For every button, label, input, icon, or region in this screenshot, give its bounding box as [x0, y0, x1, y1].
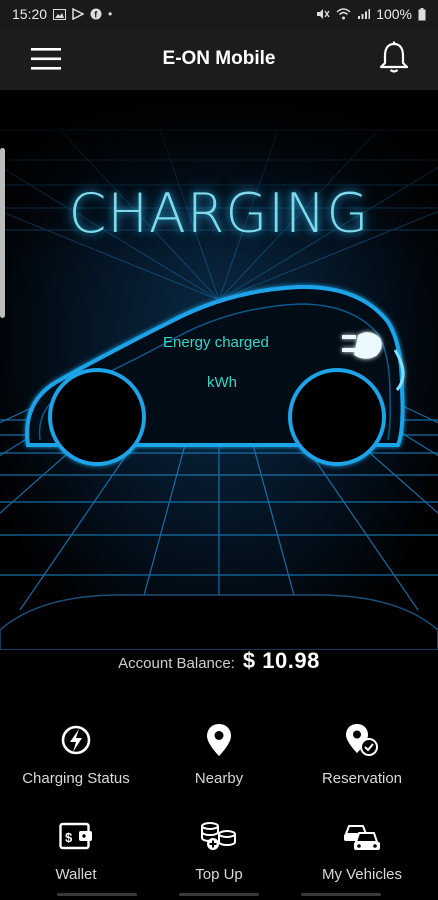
my-vehicles-button[interactable]: My Vehicles: [289, 816, 435, 883]
charging-title: CHARGING: [68, 182, 370, 245]
tab-indicator: [57, 893, 137, 896]
account-balance: Account Balance: $ 10.98: [0, 648, 438, 674]
top-up-icon: [146, 816, 292, 856]
energy-unit-label: kWh: [207, 374, 237, 391]
nearby-label: Nearby: [194, 770, 244, 787]
charging-hero: CHARGING: [0, 90, 438, 650]
hamburger-icon: [31, 48, 61, 70]
battery-icon: [418, 7, 426, 21]
vehicles-icon: [289, 816, 435, 856]
reservation-label: Reservation: [321, 770, 403, 787]
reservation-button[interactable]: Reservation: [289, 720, 435, 787]
mute-icon: [316, 8, 330, 20]
signal-icon: [357, 8, 371, 20]
image-icon: [53, 8, 67, 20]
wallet-icon: $: [3, 816, 149, 856]
charging-status-icon: [3, 720, 149, 760]
status-right: 100%: [316, 6, 426, 22]
location-pin-icon: [146, 720, 292, 760]
balance-label: Account Balance:: [118, 655, 235, 672]
wallet-button[interactable]: $ Wallet: [3, 816, 149, 883]
wallet-label: Wallet: [55, 866, 97, 883]
top-up-button[interactable]: Top Up: [146, 816, 292, 883]
energy-charged-label: Energy charged: [163, 334, 269, 351]
charging-status-button[interactable]: Charging Status: [3, 720, 149, 787]
tab-indicator: [301, 893, 381, 896]
tab-indicator: [179, 893, 259, 896]
status-left: 15:20 f •: [12, 6, 112, 22]
app-title: E-ON Mobile: [162, 48, 276, 69]
battery-percent: 100%: [376, 6, 412, 22]
reservation-icon: [289, 720, 435, 760]
notifications-button[interactable]: [378, 41, 410, 75]
clock: 15:20: [12, 6, 48, 22]
nearby-button[interactable]: Nearby: [146, 720, 292, 787]
facebook-icon: f: [90, 8, 102, 20]
top-up-label: Top Up: [195, 866, 243, 883]
app-bar: E-ON Mobile: [0, 28, 438, 90]
dot-icon: •: [108, 7, 113, 21]
menu-button[interactable]: [30, 43, 62, 75]
dashboard-arc: [0, 594, 438, 650]
charging-status-label: Charging Status: [22, 770, 130, 787]
wifi-icon: [336, 8, 351, 20]
charging-illustration: [0, 90, 438, 650]
scroll-indicator[interactable]: [0, 148, 5, 318]
status-bar: 15:20 f • 100%: [0, 0, 438, 28]
svg-text:$: $: [65, 830, 73, 845]
action-grid: Charging Status Nearby Reservation $ Wal…: [0, 706, 438, 900]
my-vehicles-label: My Vehicles: [321, 866, 403, 883]
play-store-icon: [72, 8, 85, 20]
balance-value: $ 10.98: [242, 648, 320, 673]
bell-icon: [379, 41, 409, 73]
